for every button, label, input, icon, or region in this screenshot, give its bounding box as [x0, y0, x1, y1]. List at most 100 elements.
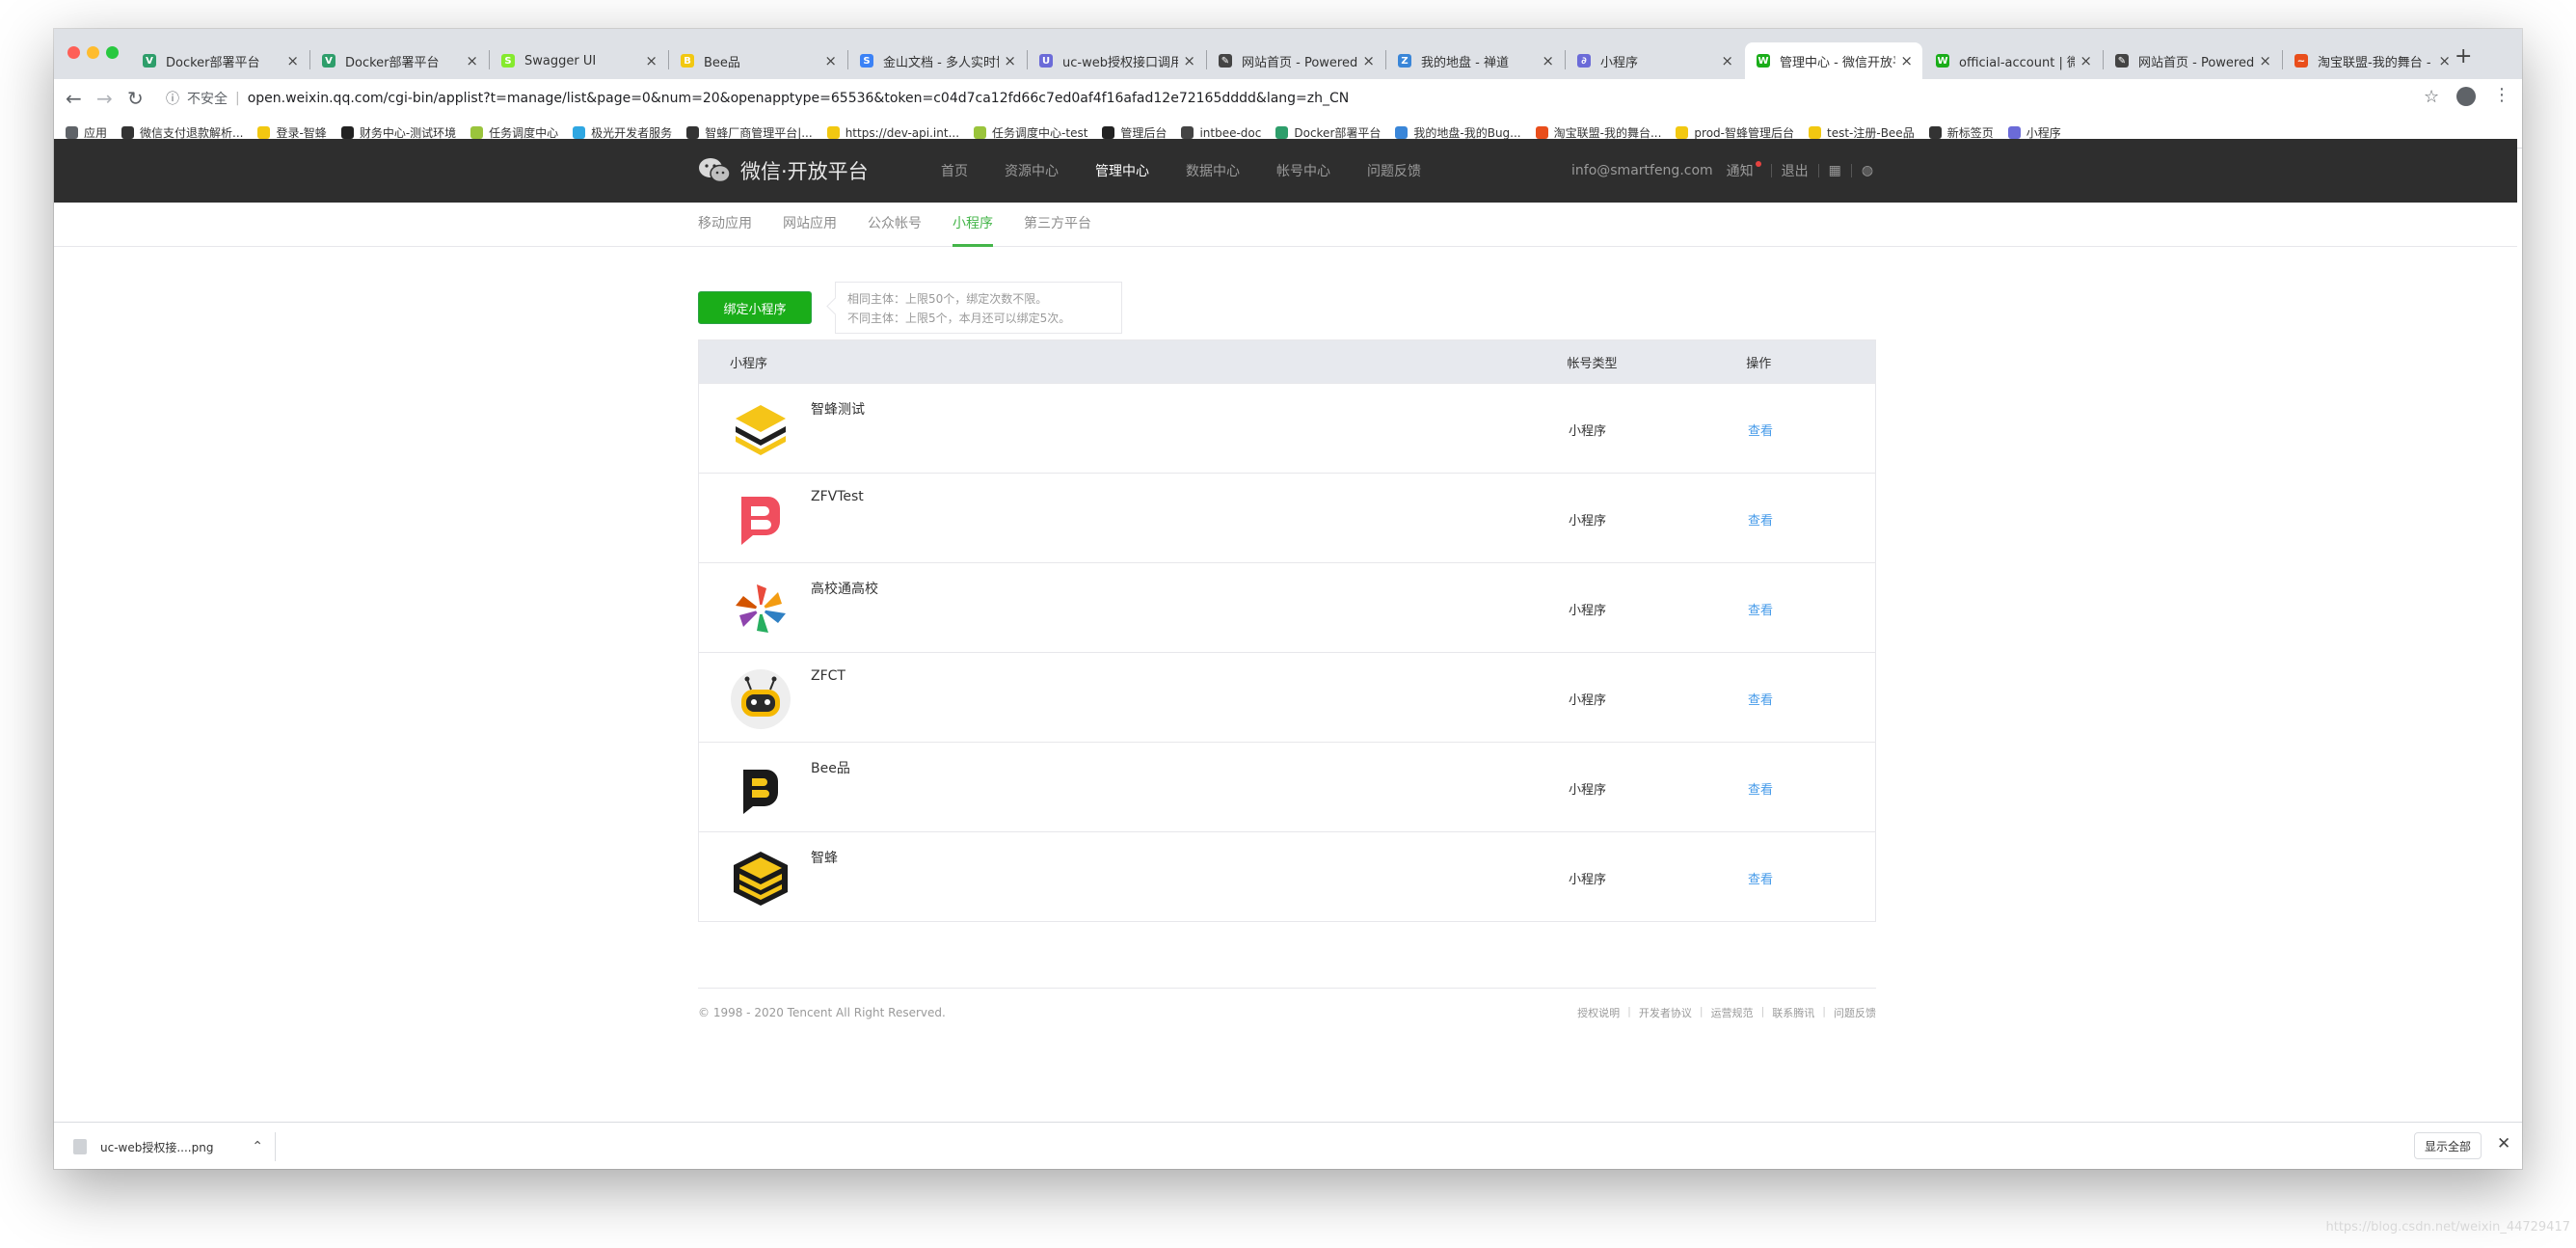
browser-tab[interactable]: Wofficial-account | 微信 × — [1924, 42, 2102, 79]
view-link[interactable]: 查看 — [1748, 600, 1773, 618]
bookmark-label: intbee-doc — [1199, 125, 1262, 140]
tab-close-icon[interactable]: × — [1362, 52, 1375, 69]
view-link[interactable]: 查看 — [1748, 690, 1773, 708]
browser-tab[interactable]: Uuc-web授权接口调用 × — [1028, 42, 1205, 79]
main-nav-item[interactable]: 首页 — [941, 161, 968, 180]
footer-separator: | — [1822, 1005, 1826, 1017]
footer-link[interactable]: 运营规范 — [1711, 1005, 1754, 1020]
tab-close-icon[interactable]: × — [1542, 52, 1554, 69]
tab-title: 我的地盘 - 禅道 — [1421, 55, 1509, 70]
browser-tab[interactable]: ✎ 网站首页 - Powered by × — [1207, 42, 1384, 79]
tab-close-icon[interactable]: × — [824, 52, 837, 69]
reload-icon[interactable]: ↻ — [127, 87, 144, 110]
bookmark-favicon-icon — [826, 126, 840, 139]
main-nav-item[interactable]: 资源中心 — [1005, 161, 1059, 180]
tab-favicon-icon: ∂ — [1577, 54, 1591, 68]
bookmark-favicon-icon — [1928, 126, 1942, 139]
show-all-downloads-button[interactable]: 显示全部 — [2414, 1132, 2482, 1159]
chevron-up-icon[interactable]: ⌃ — [252, 1139, 263, 1154]
bookmark-favicon-icon — [1395, 126, 1409, 139]
tab-close-icon[interactable]: × — [466, 52, 478, 69]
tab-favicon-icon: V — [143, 54, 156, 68]
tab-title: Docker部署平台 — [166, 55, 260, 70]
tab-favicon-icon: W — [1757, 54, 1770, 68]
tab-close-icon[interactable]: × — [1721, 52, 1733, 69]
account-avatar-icon[interactable] — [2456, 87, 2476, 106]
close-window-button[interactable] — [67, 46, 80, 59]
tab-title: 小程序 — [1600, 55, 1639, 70]
browser-tab[interactable]: S Swagger UI × — [490, 42, 667, 79]
subnav-tab[interactable]: 公众帐号 — [868, 203, 922, 247]
browser-menu-icon[interactable]: ⋮ — [2493, 85, 2510, 105]
url-bar[interactable]: ⓘ 不安全 | open.weixin.qq.com/cgi-bin/appli… — [158, 83, 2462, 114]
main-nav-item[interactable]: 问题反馈 — [1367, 161, 1421, 180]
tip-line-same-entity: 相同主体：上限50个，绑定次数不限。 — [847, 292, 1048, 306]
browser-tab[interactable]: Z 我的地盘 - 禅道 × — [1386, 42, 1564, 79]
browser-tab[interactable]: V Docker部署平台 × — [131, 42, 309, 79]
forward-icon[interactable]: → — [96, 87, 113, 110]
footer-link[interactable]: 授权说明 — [1577, 1005, 1620, 1020]
view-link[interactable]: 查看 — [1748, 779, 1773, 798]
footer-link[interactable]: 联系腾讯 — [1772, 1005, 1814, 1020]
download-shelf: uc-web授权接....png ⌃ 显示全部 ✕ — [54, 1122, 2522, 1169]
tab-title: 淘宝联盟-我的舞台 - — [2318, 55, 2431, 70]
tab-close-icon[interactable]: × — [1900, 52, 1913, 69]
tab-favicon-icon: Z — [1398, 54, 1411, 68]
browser-tab[interactable]: V Docker部署平台 × — [310, 42, 488, 79]
bookmark-star-icon[interactable]: ☆ — [2424, 87, 2439, 107]
bookmark-favicon-icon — [2007, 126, 2021, 139]
view-link[interactable]: 查看 — [1748, 510, 1773, 529]
browser-tab[interactable]: ∂ 小程序 × — [1566, 42, 1743, 79]
main-nav-item[interactable]: 帐号中心 — [1276, 161, 1330, 180]
tab-close-icon[interactable]: × — [2080, 52, 2092, 69]
tab-title: 网站首页 - Powered by — [1242, 55, 1357, 70]
user-email[interactable]: info@smartfeng.com — [1571, 163, 1713, 178]
subnav-tab[interactable]: 第三方平台 — [1024, 203, 1091, 247]
back-icon[interactable]: ← — [66, 87, 82, 110]
bookmark-favicon-icon — [1535, 126, 1548, 139]
download-item[interactable]: uc-web授权接....png ⌃ — [73, 1132, 276, 1161]
browser-tab[interactable]: B Bee品 × — [669, 42, 846, 79]
table-row: Bee品 小程序 查看 — [699, 742, 1875, 831]
tab-close-icon[interactable]: × — [1004, 52, 1016, 69]
site-logo[interactable]: 微信·开放平台 — [698, 156, 869, 185]
tab-close-icon[interactable]: × — [645, 52, 657, 69]
browser-tab[interactable]: ~ 淘宝联盟-我的舞台 - × — [2283, 42, 2460, 79]
bookmark-item[interactable]: https://dev-api.int... — [826, 125, 960, 140]
tab-close-icon[interactable]: × — [2438, 52, 2451, 69]
column-header-operation: 操作 — [1746, 356, 1772, 371]
globe-icon[interactable]: ◍ — [1862, 163, 1873, 178]
browser-tab[interactable]: W 管理中心 - 微信开放平 × — [1745, 42, 1922, 79]
bookmark-favicon-icon — [66, 126, 78, 139]
account-type: 小程序 — [1569, 424, 1607, 439]
notice-link[interactable]: 通知 — [1727, 161, 1761, 180]
main-nav-item[interactable]: 数据中心 — [1186, 161, 1240, 180]
info-icon[interactable]: ⓘ — [166, 89, 179, 108]
tip-line-different-entity: 不同主体：上限5个，本月还可以绑定5次。 — [847, 312, 1071, 325]
browser-tab[interactable]: S 金山文档 - 多人实时协 × — [848, 42, 1026, 79]
qrcode-icon[interactable]: ▦ — [1829, 163, 1841, 178]
footer-link[interactable]: 问题反馈 — [1834, 1005, 1876, 1020]
logout-link[interactable]: 退出 — [1782, 161, 1809, 180]
subnav-tab[interactable]: 小程序 — [953, 203, 993, 247]
new-tab-button[interactable]: + — [2455, 44, 2472, 68]
footer-link[interactable]: 开发者协议 — [1639, 1005, 1692, 1020]
bind-miniprogram-button[interactable]: 绑定小程序 — [698, 291, 812, 324]
maximize-window-button[interactable] — [106, 46, 119, 59]
bookmark-item[interactable]: intbee-doc — [1181, 126, 1261, 140]
url-text[interactable]: open.weixin.qq.com/cgi-bin/applist?t=man… — [248, 91, 1350, 106]
view-link[interactable]: 查看 — [1748, 421, 1773, 439]
tab-close-icon[interactable]: × — [286, 52, 299, 69]
subnav-tab[interactable]: 移动应用 — [698, 203, 752, 247]
miniprogram-name: Bee品 — [811, 761, 850, 776]
browser-tab[interactable]: ✎ 网站首页 - Powered by × — [2104, 42, 2281, 79]
bookmark-label: https://dev-api.int... — [845, 125, 960, 140]
subnav-tab[interactable]: 网站应用 — [783, 203, 837, 247]
tab-close-icon[interactable]: × — [1183, 52, 1195, 69]
minimize-window-button[interactable] — [87, 46, 99, 59]
table-header: 小程序 帐号类型 操作 — [699, 340, 1875, 383]
view-link[interactable]: 查看 — [1748, 869, 1773, 887]
tab-close-icon[interactable]: × — [2259, 52, 2271, 69]
main-nav-item[interactable]: 管理中心 — [1095, 161, 1149, 180]
close-icon[interactable]: ✕ — [2497, 1134, 2510, 1153]
